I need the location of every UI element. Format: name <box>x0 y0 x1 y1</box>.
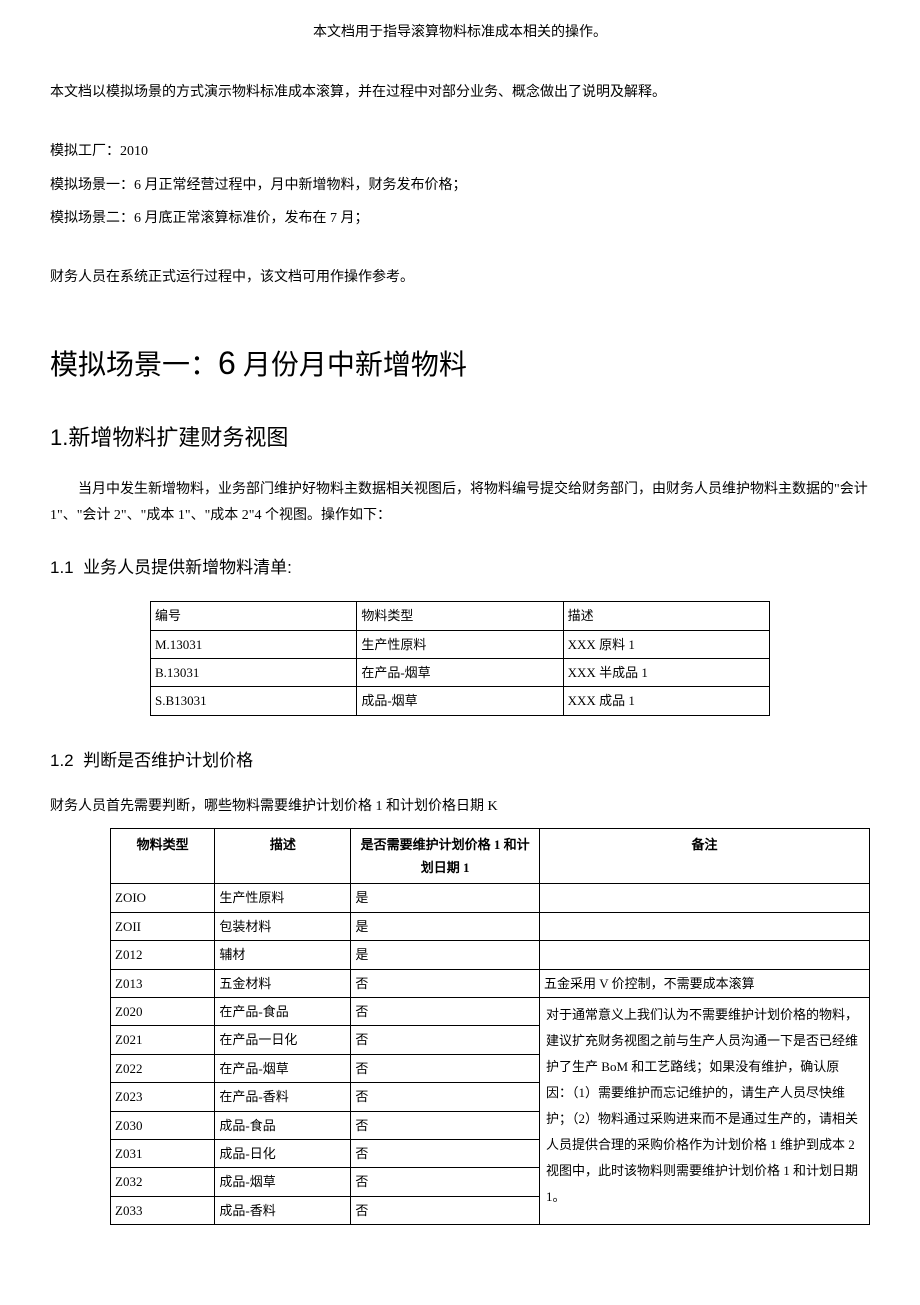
document-title: 本文档用于指导滚算物料标准成本相关的操作。 <box>50 20 870 45</box>
cell: 是 <box>351 912 540 940</box>
cell: Z020 <box>111 997 215 1025</box>
sim-factory-label: 模拟工厂： <box>50 144 120 159</box>
cell: M.13031 <box>151 630 357 658</box>
cell: 成品-食品 <box>215 1111 351 1139</box>
cell: Z023 <box>111 1083 215 1111</box>
cell: S.B13031 <box>151 687 357 715</box>
table-row: Z012 辅材 是 <box>111 941 870 969</box>
cell: Z031 <box>111 1139 215 1167</box>
table1-header-2: 描述 <box>563 602 769 630</box>
cell: B.13031 <box>151 659 357 687</box>
section-1-2-body: 财务人员首先需要判断，哪些物料需要维护计划价格 1 和计划价格日期 K <box>50 794 870 819</box>
table1-header-0: 编号 <box>151 602 357 630</box>
sim-scenario-2: 模拟场景二：6 月底正常滚算标准价，发布在 7 月； <box>50 206 870 231</box>
cell: 生产性原料 <box>357 630 563 658</box>
heading1-num: 6 <box>218 345 236 381</box>
heading1-prefix: 模拟场景一： <box>50 350 218 381</box>
cell: 是 <box>351 884 540 912</box>
cell: Z033 <box>111 1196 215 1224</box>
cell: 在产品一日化 <box>215 1026 351 1054</box>
cell: 否 <box>351 1054 540 1082</box>
cell: 否 <box>351 1111 540 1139</box>
section-1-body: 当月中发生新增物料，业务部门维护好物料主数据相关视图后，将物料编号提交给财务部门… <box>50 477 870 527</box>
cell: 成品-烟草 <box>357 687 563 715</box>
table-header-row: 编号 物料类型 描述 <box>151 602 770 630</box>
table-row: M.13031 生产性原料 XXX 原料 1 <box>151 630 770 658</box>
heading3-2-num: 1.2 <box>50 751 74 770</box>
cell: 成品-烟草 <box>215 1168 351 1196</box>
cell: 否 <box>351 1083 540 1111</box>
table-row: ZOII 包装材料 是 <box>111 912 870 940</box>
cell: 否 <box>351 1026 540 1054</box>
table2-header-2: 是否需要维护计划价格 1 和计划日期 1 <box>351 828 540 884</box>
merged-note-cell: 对于通常意义上我们认为不需要维护计划价格的物料，建议扩充财务视图之前与生产人员沟… <box>540 997 870 1224</box>
heading2-text: 新增物料扩建财务视图 <box>68 425 288 450</box>
cell: XXX 原料 1 <box>563 630 769 658</box>
cell: ZOIO <box>111 884 215 912</box>
cell: 五金采用 V 价控制，不需要成本滚算 <box>540 969 870 997</box>
cell: Z013 <box>111 969 215 997</box>
cell: 在产品-食品 <box>215 997 351 1025</box>
cell: XXX 半成品 1 <box>563 659 769 687</box>
cell: XXX 成品 1 <box>563 687 769 715</box>
cell: 辅材 <box>215 941 351 969</box>
cell: Z032 <box>111 1168 215 1196</box>
cell: ZOII <box>111 912 215 940</box>
sim-scenario-1: 模拟场景一：6 月正常经营过程中，月中新增物料，财务发布价格； <box>50 173 870 198</box>
intro-paragraph: 本文档以模拟场景的方式演示物料标准成本滚算，并在过程中对部分业务、概念做出了说明… <box>50 80 870 105</box>
cell: 五金材料 <box>215 969 351 997</box>
cell: Z030 <box>111 1111 215 1139</box>
heading3-1-num: 1.1 <box>50 558 74 577</box>
cell <box>540 912 870 940</box>
plan-price-table: 物料类型 描述 是否需要维护计划价格 1 和计划日期 1 备注 ZOIO 生产性… <box>110 828 870 1225</box>
sim-factory-line: 模拟工厂：2010 <box>50 139 870 164</box>
cell: 否 <box>351 1196 540 1224</box>
cell: 包装材料 <box>215 912 351 940</box>
table2-header-1: 描述 <box>215 828 351 884</box>
cell: 在产品-烟草 <box>357 659 563 687</box>
heading3-1-text: 业务人员提供新增物料清单: <box>83 558 292 577</box>
heading-scenario-1: 模拟场景一：6 月份月中新增物料 <box>50 335 870 393</box>
cell <box>540 941 870 969</box>
cell: 在产品-香料 <box>215 1083 351 1111</box>
table-row: S.B13031 成品-烟草 XXX 成品 1 <box>151 687 770 715</box>
table-row: Z013 五金材料 否 五金采用 V 价控制，不需要成本滚算 <box>111 969 870 997</box>
heading1-suffix: 月份月中新增物料 <box>236 350 467 381</box>
finance-note: 财务人员在系统正式运行过程中，该文档可用作操作参考。 <box>50 265 870 290</box>
material-list-table: 编号 物料类型 描述 M.13031 生产性原料 XXX 原料 1 B.1303… <box>150 601 770 716</box>
table-row: ZOIO 生产性原料 是 <box>111 884 870 912</box>
cell: Z012 <box>111 941 215 969</box>
heading3-2-text: 判断是否维护计划价格 <box>83 751 253 770</box>
sim-factory-value: 2010 <box>120 144 148 159</box>
cell: 否 <box>351 969 540 997</box>
cell: 否 <box>351 1139 540 1167</box>
table-row: Z020 在产品-食品 否 对于通常意义上我们认为不需要维护计划价格的物料，建议… <box>111 997 870 1025</box>
heading2-num: 1. <box>50 425 68 450</box>
cell: 成品-日化 <box>215 1139 351 1167</box>
cell: 生产性原料 <box>215 884 351 912</box>
cell: 在产品-烟草 <box>215 1054 351 1082</box>
cell: 成品-香料 <box>215 1196 351 1224</box>
cell: 否 <box>351 1168 540 1196</box>
table-row: B.13031 在产品-烟草 XXX 半成品 1 <box>151 659 770 687</box>
cell <box>540 884 870 912</box>
table1-header-1: 物料类型 <box>357 602 563 630</box>
cell: 否 <box>351 997 540 1025</box>
table2-header-0: 物料类型 <box>111 828 215 884</box>
heading-section-1-2: 1.2 判断是否维护计划价格 <box>50 746 870 777</box>
heading-section-1: 1.新增物料扩建财务视图 <box>50 418 870 458</box>
table-header-row: 物料类型 描述 是否需要维护计划价格 1 和计划日期 1 备注 <box>111 828 870 884</box>
cell: Z021 <box>111 1026 215 1054</box>
cell: 是 <box>351 941 540 969</box>
cell: Z022 <box>111 1054 215 1082</box>
table2-header-3: 备注 <box>540 828 870 884</box>
heading-section-1-1: 1.1 业务人员提供新增物料清单: <box>50 553 870 584</box>
